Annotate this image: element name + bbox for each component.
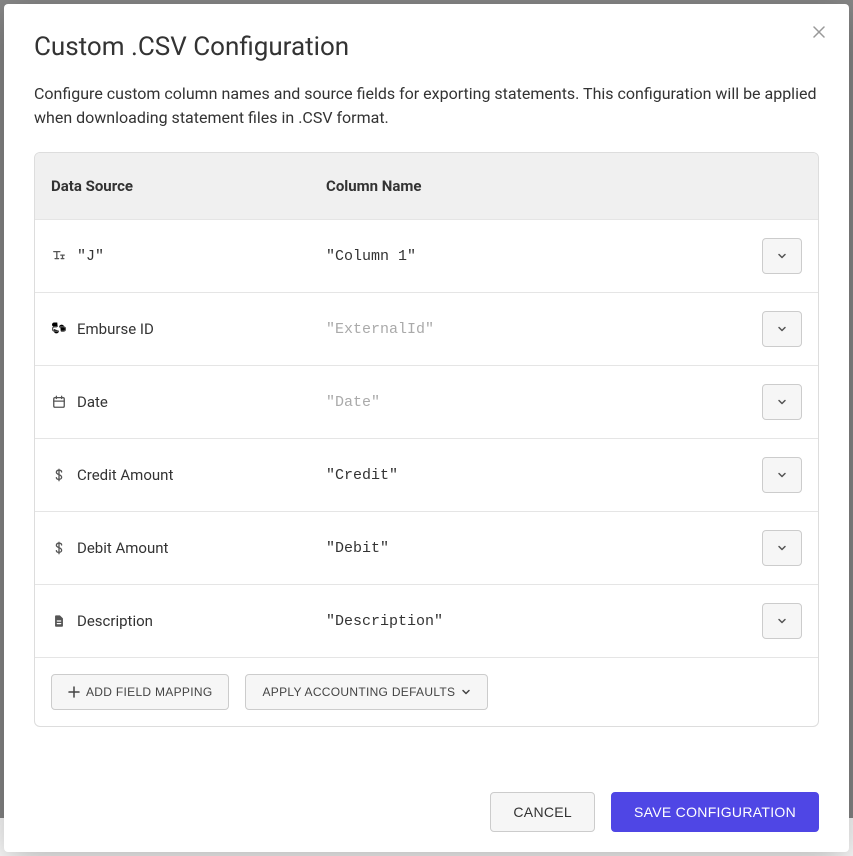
save-configuration-button[interactable]: SAVE CONFIGURATION: [611, 792, 819, 832]
apply-accounting-defaults-button[interactable]: APPLY ACCOUNTING DEFAULTS: [245, 674, 488, 710]
link-icon: [51, 321, 67, 337]
calendar-icon: [51, 394, 67, 410]
data-source-label: Description: [77, 612, 153, 630]
row-options-button[interactable]: [762, 311, 802, 347]
table-row: Debit Amount Debit: [35, 511, 818, 584]
modal-description: Configure custom column names and source…: [4, 62, 849, 130]
row-action-cell: [758, 311, 802, 347]
close-icon: [813, 26, 825, 38]
data-source-label: J: [77, 248, 104, 265]
row-action-cell: [758, 530, 802, 566]
column-name-input[interactable]: Column 1: [326, 248, 758, 265]
add-field-mapping-button[interactable]: ADD FIELD MAPPING: [51, 674, 229, 710]
row-options-button[interactable]: [762, 603, 802, 639]
apply-defaults-label: APPLY ACCOUNTING DEFAULTS: [262, 685, 455, 699]
file-icon: [51, 613, 67, 629]
chevron-down-icon: [777, 470, 787, 480]
csv-config-modal: Custom .CSV Configuration Configure cust…: [4, 4, 849, 852]
text-icon: [51, 248, 67, 264]
data-source-label: Debit Amount: [77, 539, 168, 557]
data-source-cell: Emburse ID: [51, 320, 326, 338]
close-button[interactable]: [807, 20, 831, 44]
row-action-cell: [758, 384, 802, 420]
table-row: J Column 1: [35, 219, 818, 292]
dollar-icon: [51, 540, 67, 556]
table-row: Description Description: [35, 584, 818, 657]
modal-header: Custom .CSV Configuration: [4, 4, 849, 62]
chevron-down-icon: [777, 397, 787, 407]
header-column-name: Column Name: [326, 177, 802, 195]
row-options-button[interactable]: [762, 530, 802, 566]
row-action-cell: [758, 238, 802, 274]
add-field-label: ADD FIELD MAPPING: [86, 685, 212, 699]
table-row: Date Date: [35, 365, 818, 438]
column-name-input[interactable]: Date: [326, 394, 758, 411]
table-footer: ADD FIELD MAPPING APPLY ACCOUNTING DEFAU…: [35, 657, 818, 726]
data-source-label: Date: [77, 393, 108, 411]
column-name-input[interactable]: ExternalId: [326, 321, 758, 338]
column-name-input[interactable]: Credit: [326, 467, 758, 484]
chevron-down-icon: [777, 616, 787, 626]
chevron-down-icon: [777, 543, 787, 553]
data-source-cell: Debit Amount: [51, 539, 326, 557]
field-mapping-table: Data Source Column Name J Column 1 Emburse…: [34, 152, 819, 727]
row-options-button[interactable]: [762, 238, 802, 274]
chevron-down-icon: [461, 687, 471, 697]
plus-icon: [68, 686, 80, 698]
column-name-input[interactable]: Debit: [326, 540, 758, 557]
chevron-down-icon: [777, 324, 787, 334]
data-source-cell: Description: [51, 612, 326, 630]
data-source-label: Emburse ID: [77, 320, 154, 338]
dollar-icon: [51, 467, 67, 483]
table-header: Data Source Column Name: [35, 153, 818, 219]
table-row: Emburse ID ExternalId: [35, 292, 818, 365]
table-row: Credit Amount Credit: [35, 438, 818, 511]
data-source-label: Credit Amount: [77, 466, 173, 484]
data-source-cell: J: [51, 248, 326, 265]
data-source-cell: Date: [51, 393, 326, 411]
column-name-input[interactable]: Description: [326, 613, 758, 630]
data-source-cell: Credit Amount: [51, 466, 326, 484]
row-action-cell: [758, 603, 802, 639]
modal-footer: CANCEL SAVE CONFIGURATION: [4, 756, 849, 852]
cancel-button[interactable]: CANCEL: [490, 792, 595, 832]
chevron-down-icon: [777, 251, 787, 261]
row-options-button[interactable]: [762, 457, 802, 493]
row-action-cell: [758, 457, 802, 493]
row-options-button[interactable]: [762, 384, 802, 420]
header-data-source: Data Source: [51, 177, 326, 195]
modal-title: Custom .CSV Configuration: [34, 32, 819, 62]
